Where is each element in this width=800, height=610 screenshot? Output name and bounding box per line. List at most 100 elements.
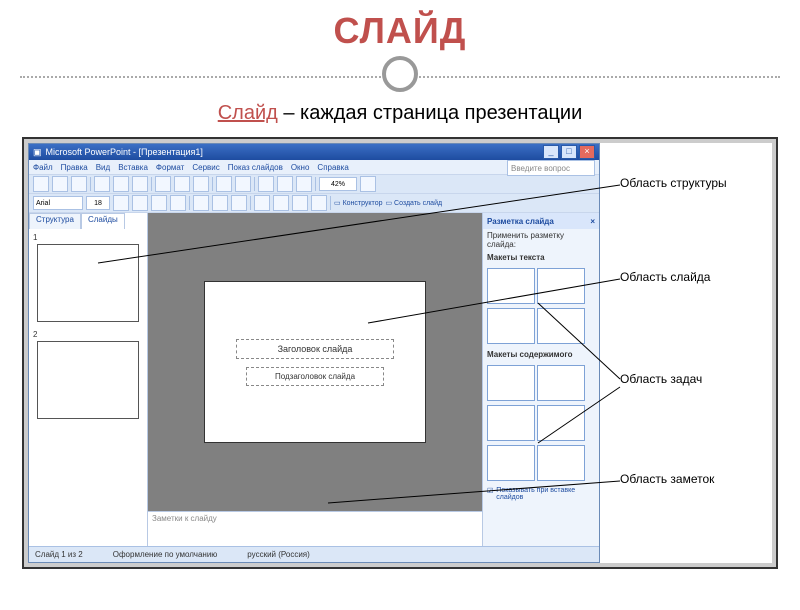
taskpane-section-text: Макеты текста <box>483 251 599 264</box>
status-bar: Слайд 1 из 2 Оформление по умолчанию рус… <box>29 546 599 562</box>
workspace: Структура Слайды 1 2 Заголовок слайда <box>29 213 599 546</box>
decfont-icon[interactable] <box>311 195 327 211</box>
ask-question-box[interactable]: Введите вопрос <box>507 160 595 176</box>
text-layouts <box>483 264 599 348</box>
open-icon[interactable] <box>52 176 68 192</box>
tab-structure[interactable]: Структура <box>29 213 81 229</box>
menu-slideshow[interactable]: Показ слайдов <box>228 163 283 172</box>
status-slide: Слайд 1 из 2 <box>35 550 83 559</box>
align-center-icon[interactable] <box>212 195 228 211</box>
thumb-number: 2 <box>33 330 143 339</box>
layout-item[interactable] <box>537 365 585 401</box>
layout-item[interactable] <box>537 405 585 441</box>
new-icon[interactable] <box>33 176 49 192</box>
menu-file[interactable]: Файл <box>33 163 53 172</box>
taskpane-checkbox[interactable]: ☑ Показывать при вставке слайдов <box>483 485 599 503</box>
window-title: Microsoft PowerPoint - [Презентация1] <box>46 147 203 157</box>
formatting-toolbar: Arial 18 ▭ Конструктор ▭ Создать слайд <box>29 194 599 213</box>
decorative-ring <box>382 56 418 92</box>
outline-pane: Структура Слайды 1 2 <box>29 213 148 546</box>
tab-slides[interactable]: Слайды <box>81 213 125 229</box>
layout-item[interactable] <box>487 445 535 481</box>
numbering-icon[interactable] <box>273 195 289 211</box>
callout-outline: Область структуры <box>620 177 727 190</box>
maximize-button[interactable]: □ <box>561 145 577 159</box>
main-title: СЛАЙД <box>0 10 800 52</box>
font-box[interactable]: Arial <box>33 196 83 210</box>
diagram-area: ▣ Microsoft PowerPoint - [Презентация1] … <box>28 143 772 563</box>
layout-item[interactable] <box>537 308 585 344</box>
menu-insert[interactable]: Вставка <box>118 163 148 172</box>
bullets-icon[interactable] <box>254 195 270 211</box>
standard-toolbar: 42% <box>29 174 599 194</box>
taskpane-title-text: Разметка слайда <box>487 217 554 226</box>
redo-icon[interactable] <box>235 176 251 192</box>
slide-thumbnail-2[interactable] <box>37 341 139 419</box>
taskpane-close-icon[interactable]: × <box>590 217 595 226</box>
thumbnail-list: 1 2 <box>29 229 147 546</box>
taskpane-section-content: Макеты содержимого <box>483 348 599 361</box>
thumb-number: 1 <box>33 233 143 242</box>
design-label[interactable]: ▭ Конструктор <box>334 199 382 207</box>
subtitle-placeholder[interactable]: Подзаголовок слайда <box>246 367 384 386</box>
taskpane-title: Разметка слайда × <box>483 213 599 229</box>
shadow-icon[interactable] <box>170 195 186 211</box>
preview-icon[interactable] <box>113 176 129 192</box>
subtitle-term: Слайд <box>218 102 278 124</box>
close-button[interactable]: × <box>579 145 595 159</box>
spell-icon[interactable] <box>132 176 148 192</box>
taskpane-apply-label: Применить разметку слайда: <box>483 229 599 251</box>
notes-pane[interactable]: Заметки к слайду <box>148 511 482 546</box>
checkbox-icon: ☑ <box>487 487 493 495</box>
status-design: Оформление по умолчанию <box>113 550 218 559</box>
app-icon: ▣ <box>33 147 42 158</box>
callout-slide: Область слайда <box>620 271 710 284</box>
paste-icon[interactable] <box>193 176 209 192</box>
subtitle-rest: – каждая страница презентации <box>278 102 582 124</box>
outline-tabs: Структура Слайды <box>29 213 147 229</box>
layout-item[interactable] <box>487 268 535 304</box>
table-icon[interactable] <box>277 176 293 192</box>
undo-icon[interactable] <box>216 176 232 192</box>
menu-edit[interactable]: Правка <box>61 163 88 172</box>
slide-thumbnail-1[interactable] <box>37 244 139 322</box>
minimize-button[interactable]: _ <box>543 145 559 159</box>
menu-help[interactable]: Справка <box>317 163 348 172</box>
checkbox-label: Показывать при вставке слайдов <box>496 487 595 501</box>
help-icon[interactable] <box>360 176 376 192</box>
powerpoint-window: ▣ Microsoft PowerPoint - [Презентация1] … <box>28 143 600 563</box>
editor-area: Заголовок слайда Подзаголовок слайда Зам… <box>148 213 482 546</box>
title-placeholder[interactable]: Заголовок слайда <box>236 339 394 359</box>
hyperlink-icon[interactable] <box>296 176 312 192</box>
diagram-frame: ▣ Microsoft PowerPoint - [Презентация1] … <box>22 137 778 569</box>
print-icon[interactable] <box>94 176 110 192</box>
layout-item[interactable] <box>487 365 535 401</box>
subtitle: Слайд – каждая страница презентации <box>0 102 800 125</box>
layout-item[interactable] <box>487 405 535 441</box>
layout-item[interactable] <box>487 308 535 344</box>
align-right-icon[interactable] <box>231 195 247 211</box>
underline-icon[interactable] <box>151 195 167 211</box>
slide-canvas-wrap: Заголовок слайда Подзаголовок слайда <box>148 213 482 511</box>
italic-icon[interactable] <box>132 195 148 211</box>
layout-item[interactable] <box>537 268 585 304</box>
zoom-box[interactable]: 42% <box>319 177 357 191</box>
menu-window[interactable]: Окно <box>291 163 310 172</box>
menu-format[interactable]: Формат <box>156 163 184 172</box>
content-layouts <box>483 361 599 485</box>
newslide-label[interactable]: ▭ Создать слайд <box>385 199 442 207</box>
layout-item[interactable] <box>537 445 585 481</box>
copy-icon[interactable] <box>174 176 190 192</box>
chart-icon[interactable] <box>258 176 274 192</box>
bold-icon[interactable] <box>113 195 129 211</box>
cut-icon[interactable] <box>155 176 171 192</box>
window-titlebar: ▣ Microsoft PowerPoint - [Презентация1] … <box>29 144 599 160</box>
save-icon[interactable] <box>71 176 87 192</box>
slide-canvas[interactable]: Заголовок слайда Подзаголовок слайда <box>204 281 426 443</box>
fontsize-box[interactable]: 18 <box>86 196 110 210</box>
incfont-icon[interactable] <box>292 195 308 211</box>
callout-column: Область структуры Область слайда Область… <box>600 143 772 563</box>
menu-tools[interactable]: Сервис <box>192 163 219 172</box>
align-left-icon[interactable] <box>193 195 209 211</box>
menu-view[interactable]: Вид <box>96 163 110 172</box>
